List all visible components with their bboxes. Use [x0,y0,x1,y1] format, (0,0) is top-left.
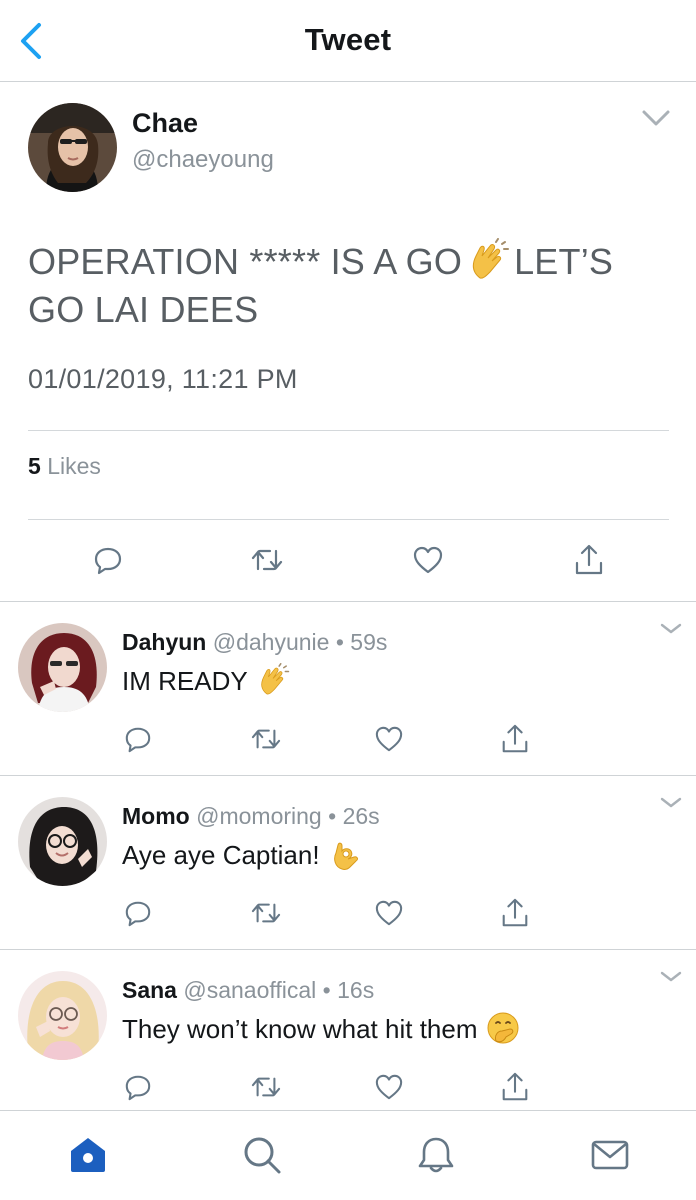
reply-author-name[interactable]: Momo [122,803,190,829]
reply-author-handle[interactable]: @dahyunie [213,629,330,655]
bottom-tab-bar [0,1110,696,1200]
share-icon [575,544,603,575]
retweet-button[interactable] [248,895,284,931]
reply-button[interactable] [88,540,128,580]
author-handle[interactable]: @chaeyoung [132,146,274,174]
tab-messages[interactable] [588,1133,632,1177]
avatar[interactable] [18,971,107,1060]
divider [28,519,669,520]
reply-meta: Dahyun @dahyunie • 59s [122,629,387,656]
share-button[interactable] [569,540,609,580]
clapping-hands-emoji [256,663,290,697]
reply-author-name[interactable]: Sana [122,977,177,1003]
reply-icon [94,547,122,575]
retweet-icon [251,1077,281,1097]
reply-time: 16s [337,977,375,1003]
tweet-text-part1: OPERATION ***** IS A GO [28,241,463,282]
share-button[interactable] [497,1069,533,1105]
reply-tweet[interactable]: Dahyun @dahyunie • 59s IM READY [0,601,696,775]
reply-button[interactable] [120,895,156,931]
divider [28,430,669,431]
reply-author-handle[interactable]: @sanaoffical [183,977,316,1003]
chevron-down-icon [660,971,682,982]
messages-icon [591,1140,629,1170]
reply-meta: Sana @sanaoffical • 16s [122,977,374,1004]
like-button[interactable] [371,1069,407,1105]
retweet-icon [251,903,281,923]
ok-hand-emoji [328,837,362,871]
header-bar: Tweet [0,0,696,82]
reply-text: IM READY [122,663,290,697]
likes-link[interactable]: 5 Likes [28,453,101,480]
reply-options-button[interactable] [656,619,686,639]
tab-search[interactable] [240,1133,284,1177]
reply-icon [125,727,151,753]
separator-dot: • [328,803,337,829]
avatar[interactable] [28,103,117,192]
reply-text: Aye aye Captian! [122,837,362,871]
reply-text-body: IM READY [122,666,248,696]
face-with-hand-over-mouth-emoji [486,1011,520,1045]
heart-icon [375,726,403,752]
share-button[interactable] [497,721,533,757]
reply-icon [125,901,151,927]
search-icon [244,1137,281,1174]
reply-time: 26s [342,803,380,829]
reply-options-button[interactable] [656,793,686,813]
separator-dot: • [322,977,331,1003]
reply-tweet[interactable]: Sana @sanaoffical • 16s They won’t know … [0,949,696,1123]
page-title: Tweet [304,22,392,57]
reply-tweet[interactable]: Momo @momoring • 26s Aye aye Captian! [0,775,696,949]
like-button[interactable] [371,721,407,757]
share-icon [502,724,528,753]
tweet-text: OPERATION ***** IS A GO LET’S GO LAI DEE… [28,238,668,334]
chevron-down-icon [660,797,682,808]
likes-label: Likes [47,453,101,479]
retweet-button[interactable] [247,540,287,580]
reply-text-body: Aye aye Captian! [122,840,320,870]
chevron-down-icon [660,623,682,634]
reply-author-name[interactable]: Dahyun [122,629,206,655]
heart-icon [375,1074,403,1100]
avatar[interactable] [18,623,107,712]
reply-author-handle[interactable]: @momoring [196,803,322,829]
retweet-icon [251,729,281,749]
retweet-button[interactable] [248,721,284,757]
heart-icon [375,900,403,926]
retweet-icon [251,549,283,571]
reply-meta: Momo @momoring • 26s [122,803,380,830]
reply-text-body: They won’t know what hit them [122,1014,478,1044]
share-icon [502,1072,528,1101]
share-icon [502,898,528,927]
reply-button[interactable] [120,1069,156,1105]
reply-text: They won’t know what hit them [122,1011,520,1045]
author-name[interactable]: Chae [132,108,198,139]
tweet-timestamp: 01/01/2019, 11:21 PM [28,364,298,394]
tweet-options-button[interactable] [636,104,676,134]
likes-count: 5 [28,453,41,479]
home-icon [71,1138,105,1172]
reply-options-button[interactable] [656,967,686,987]
tab-home[interactable] [66,1133,110,1177]
separator-dot: • [335,629,344,655]
notifications-icon [418,1137,454,1173]
share-button[interactable] [497,895,533,931]
tab-notifications[interactable] [414,1133,458,1177]
reply-button[interactable] [120,721,156,757]
like-button[interactable] [408,540,448,580]
heart-icon [413,546,443,574]
like-button[interactable] [371,895,407,931]
chevron-down-icon [642,110,670,126]
reply-icon [125,1075,151,1101]
avatar[interactable] [18,797,107,886]
clapping-hands-emoji [466,238,510,282]
reply-time: 59s [350,629,388,655]
retweet-button[interactable] [248,1069,284,1105]
